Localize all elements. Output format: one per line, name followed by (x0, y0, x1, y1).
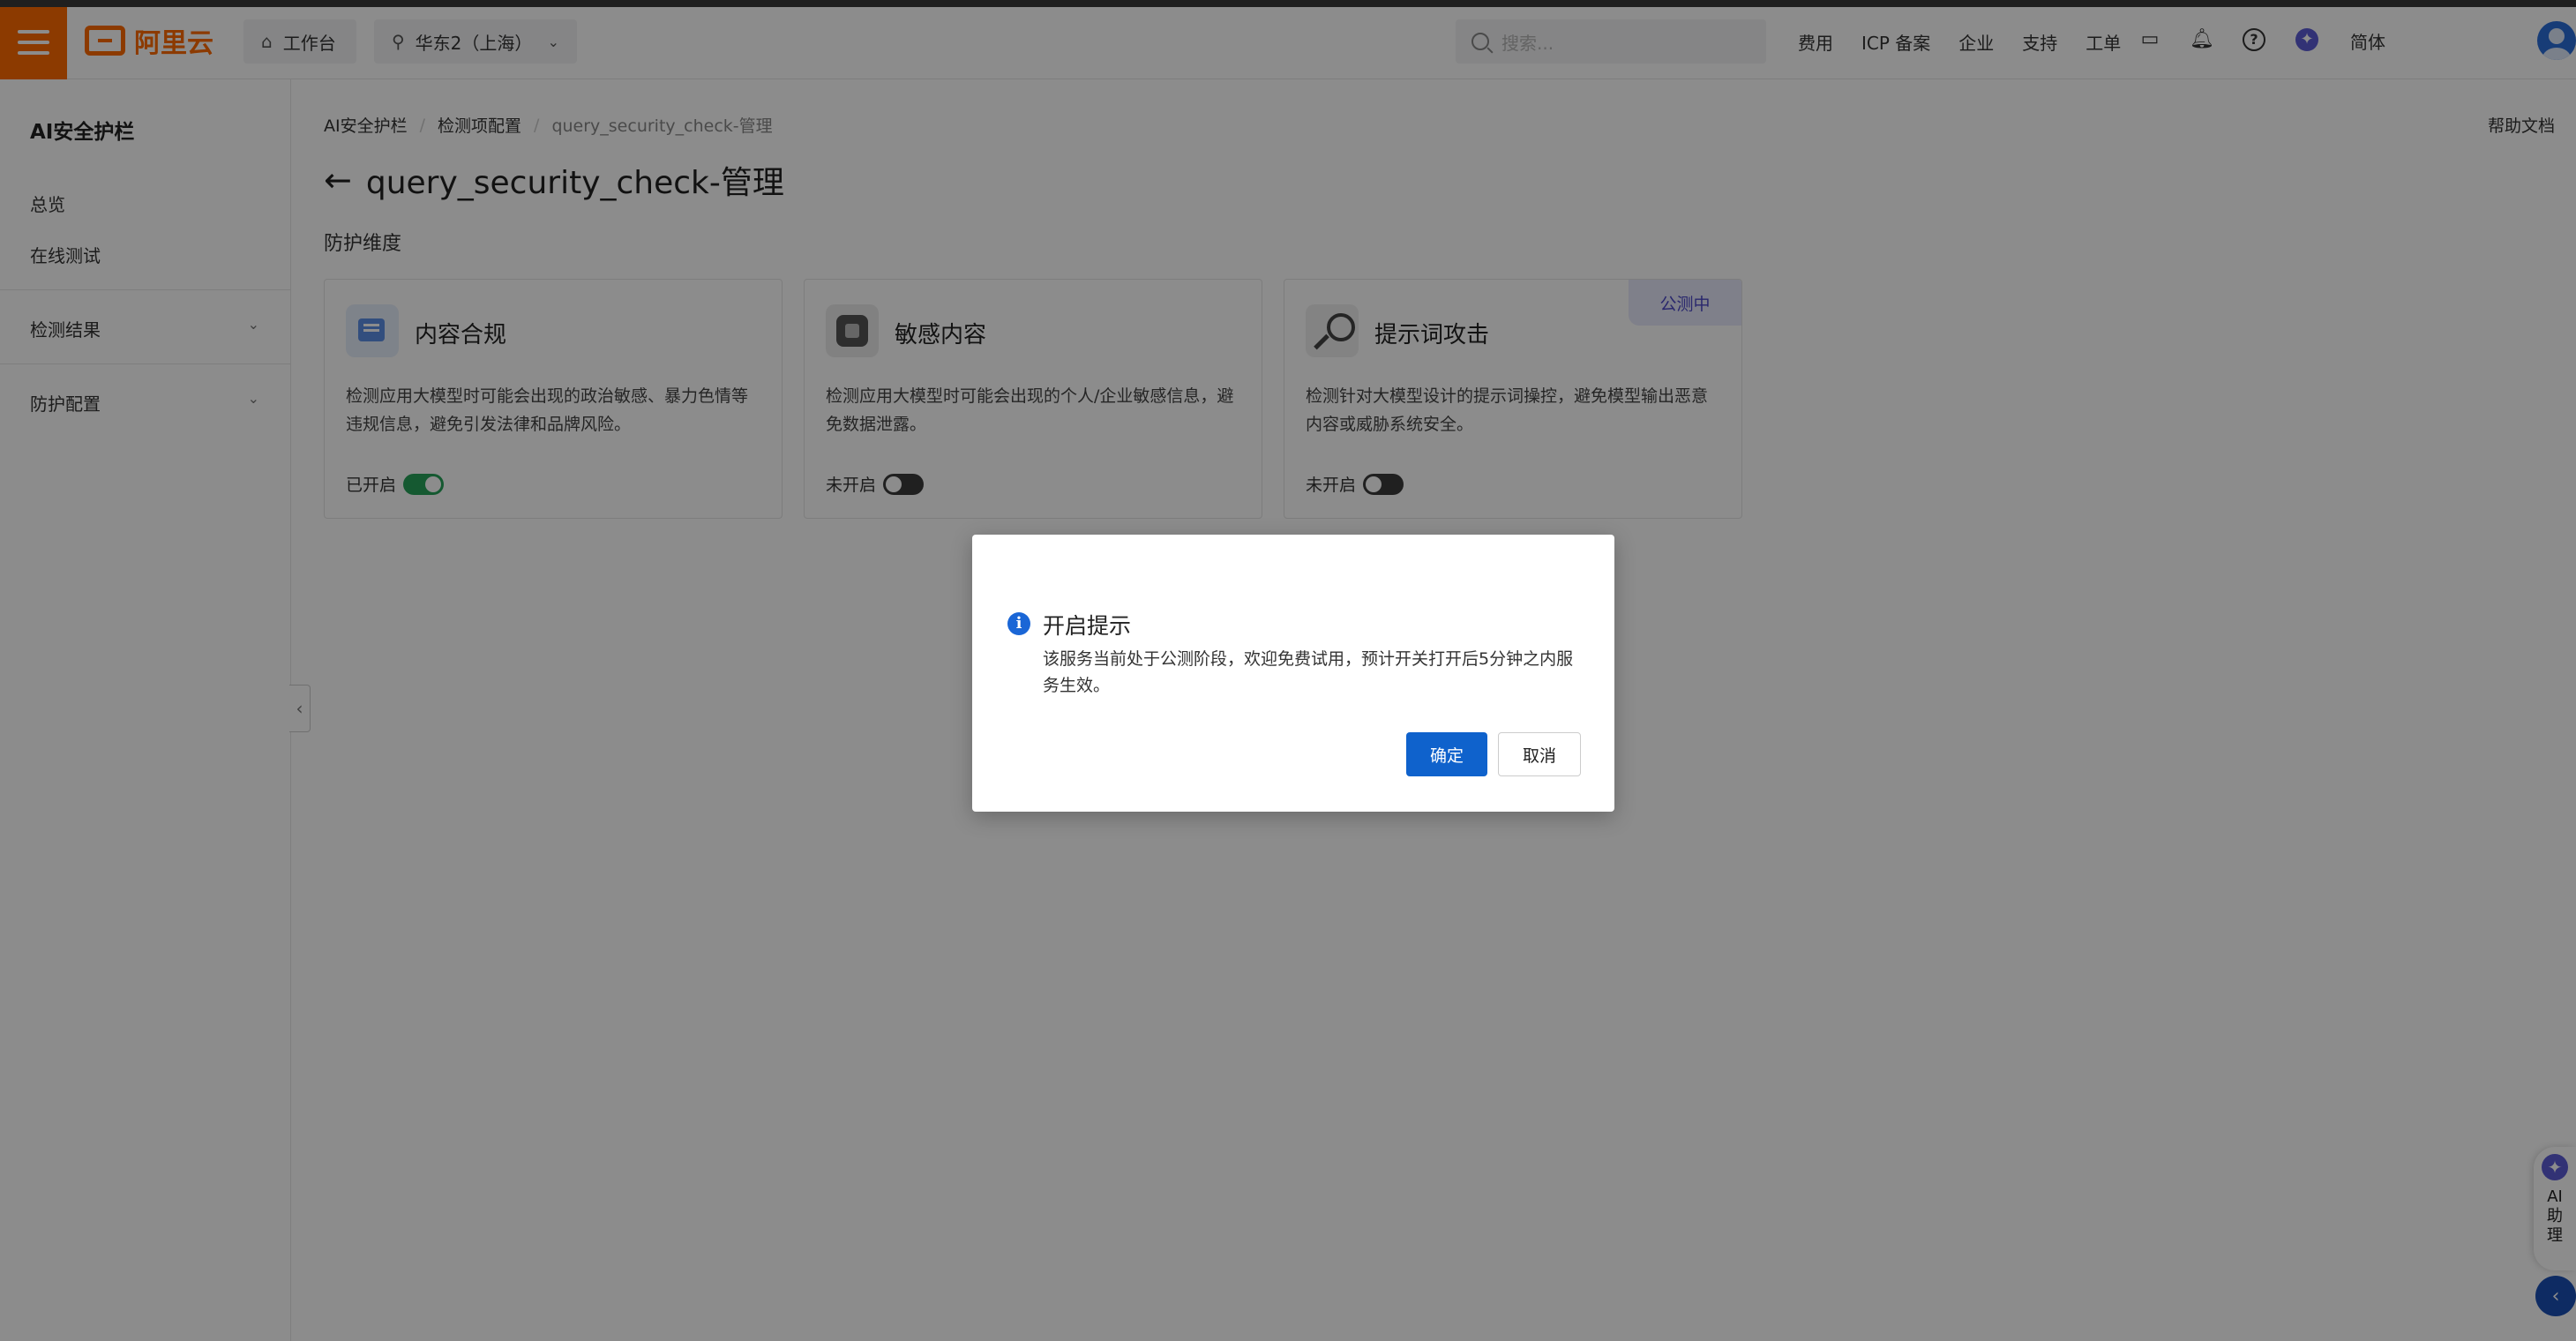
console-page: 阿里云 ⌂ 工作台 ⚲ 华东2（上海） ⌄ 搜索... 费用 ICP 备案 企业… (0, 0, 2576, 1341)
confirm-button[interactable]: 确定 (1406, 732, 1487, 776)
dialog-title: 开启提示 (1043, 613, 1132, 639)
cancel-button[interactable]: 取消 (1498, 732, 1581, 776)
enable-confirm-dialog: i 开启提示 该服务当前处于公测阶段，欢迎免费试用，预计开关打开后5分钟之内服务… (972, 535, 1614, 812)
dialog-body: 该服务当前处于公测阶段，欢迎免费试用，预计开关打开后5分钟之内服务生效。 (1043, 649, 1574, 695)
info-icon: i (1007, 612, 1030, 635)
